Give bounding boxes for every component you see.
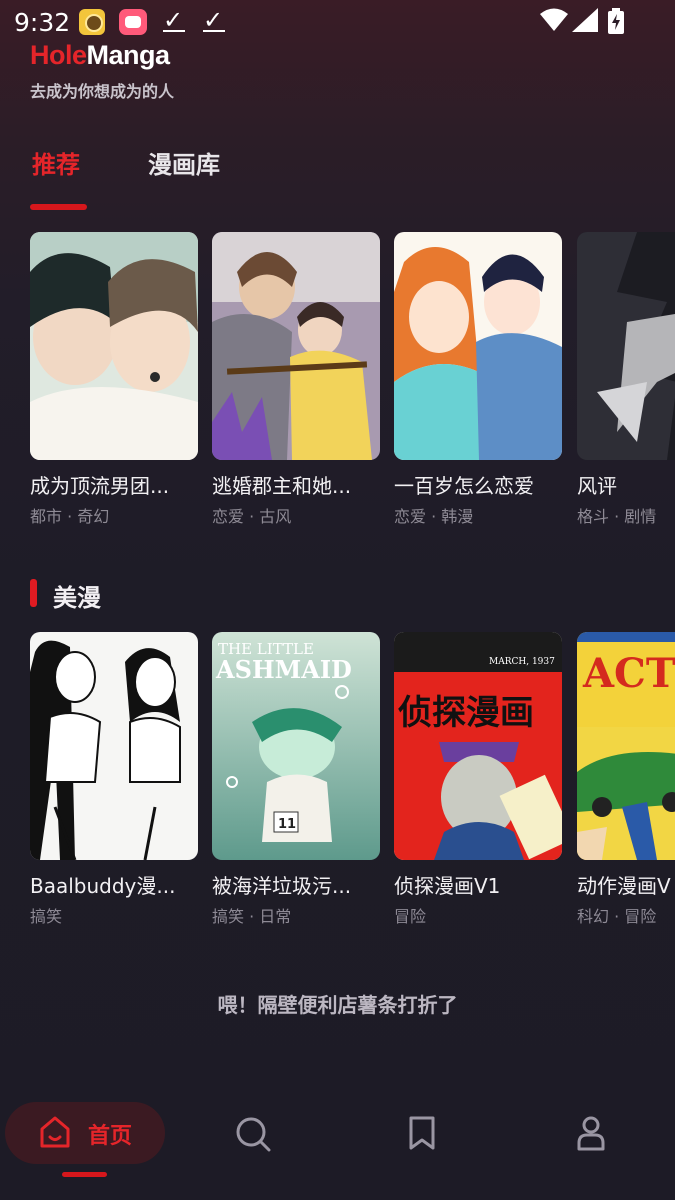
comic-cover[interactable]: MARCH, 1937 侦探漫画 bbox=[394, 632, 562, 860]
section-title: 美漫 bbox=[53, 584, 101, 612]
comic-tags: 搞笑 · 日常 bbox=[212, 907, 292, 926]
comic-cover[interactable] bbox=[30, 632, 198, 860]
app-logo: HoleManga bbox=[30, 40, 170, 71]
comic-tags: 格斗 · 剧情 bbox=[577, 507, 657, 526]
battery-charging-icon bbox=[608, 8, 624, 34]
promo-text: 喂！隔壁便利店薯条打折了 bbox=[217, 993, 458, 1017]
download-done-icon: ✓ bbox=[203, 6, 226, 34]
comic-tags: 冒险 bbox=[394, 907, 427, 926]
nav-home-label: 首页 bbox=[88, 1124, 133, 1149]
american-comics-row: Baalbuddy漫... 搞笑 THE LITTLE ASHMAID 11 被… bbox=[30, 632, 675, 932]
comic-tags: 科幻 · 冒险 bbox=[577, 907, 657, 926]
tab-active-indicator bbox=[30, 204, 87, 210]
status-time: 9:32 bbox=[14, 8, 71, 37]
nav-home-button[interactable]: 首页 bbox=[5, 1102, 165, 1164]
comic-cover[interactable] bbox=[212, 232, 380, 460]
app-screen: 9:32 ✓ ✓ HoleManga 去成为你想成为的人 推荐 漫画库 成为顶流… bbox=[0, 0, 675, 1200]
cover-date: MARCH, 1937 bbox=[489, 657, 555, 667]
cover-title: 侦探漫画 bbox=[398, 693, 534, 733]
comic-tags: 恋爱 · 古风 bbox=[212, 507, 292, 526]
cover-title-line2: ASHMAID bbox=[215, 655, 352, 684]
comic-title: Baalbuddy漫... bbox=[30, 874, 176, 898]
comic-title: 动作漫画V bbox=[577, 874, 671, 898]
comic-card[interactable]: 成为顶流男团... 都市 · 奇幻 bbox=[30, 232, 198, 526]
cover-title: ACTION COMICS bbox=[582, 650, 675, 697]
app-slogan: 去成为你想成为的人 bbox=[30, 82, 175, 101]
comic-title: 侦探漫画V1 bbox=[394, 874, 501, 898]
home-icon bbox=[40, 1116, 70, 1148]
comic-card[interactable]: THE LITTLE ASHMAID 11 被海洋垃圾污... 搞笑 · 日常 bbox=[212, 632, 380, 926]
comic-card[interactable]: ACTION COMICS 动作漫画V 科幻 · 冒险 bbox=[577, 632, 675, 926]
download-done-icon: ✓ bbox=[163, 6, 186, 34]
comic-card[interactable]: 风评 格斗 · 剧情 bbox=[577, 232, 675, 526]
nav-active-indicator bbox=[62, 1172, 107, 1177]
status-bar: 9:32 ✓ ✓ bbox=[0, 0, 675, 44]
tab-library[interactable]: 漫画库 bbox=[148, 145, 220, 180]
comic-cover[interactable] bbox=[394, 232, 562, 460]
comic-cover[interactable] bbox=[30, 232, 198, 460]
app-notification-icon bbox=[79, 9, 105, 35]
logo-part-hole: Hole bbox=[30, 40, 87, 70]
svg-text:11: 11 bbox=[278, 817, 296, 832]
comic-title: 一百岁怎么恋爱 bbox=[394, 474, 534, 498]
recommended-row: 成为顶流男团... 都市 · 奇幻 逃婚郡主和她... 恋爱 · 古风 一百岁怎… bbox=[30, 232, 675, 532]
logo-part-manga: Manga bbox=[86, 40, 171, 70]
wifi-icon bbox=[540, 8, 568, 31]
comic-cover[interactable]: ACTION COMICS bbox=[577, 632, 675, 860]
profile-icon[interactable] bbox=[576, 1115, 606, 1151]
comic-tags: 搞笑 bbox=[30, 907, 63, 926]
tab-recommend[interactable]: 推荐 bbox=[32, 145, 80, 180]
comic-tags: 恋爱 · 韩漫 bbox=[394, 507, 474, 526]
bottom-nav: 首页 bbox=[0, 1085, 675, 1200]
signal-icon bbox=[572, 8, 598, 32]
comic-cover[interactable] bbox=[577, 232, 675, 460]
search-icon[interactable] bbox=[234, 1115, 272, 1153]
comic-card[interactable]: Baalbuddy漫... 搞笑 bbox=[30, 632, 198, 926]
app-notification-icon bbox=[119, 9, 147, 35]
comic-card[interactable]: 逃婚郡主和她... 恋爱 · 古风 bbox=[212, 232, 380, 526]
comic-tags: 都市 · 奇幻 bbox=[30, 507, 110, 526]
comic-title: 成为顶流男团... bbox=[30, 474, 170, 498]
bookmark-icon[interactable] bbox=[407, 1115, 437, 1151]
comic-title: 被海洋垃圾污... bbox=[212, 874, 352, 898]
section-marker bbox=[30, 579, 37, 607]
comic-card[interactable]: MARCH, 1937 侦探漫画 侦探漫画V1 冒险 bbox=[394, 632, 562, 926]
comic-title: 逃婚郡主和她... bbox=[212, 474, 352, 498]
comic-card[interactable]: 一百岁怎么恋爱 恋爱 · 韩漫 bbox=[394, 232, 562, 526]
comic-cover[interactable]: THE LITTLE ASHMAID 11 bbox=[212, 632, 380, 860]
comic-title: 风评 bbox=[577, 474, 617, 498]
